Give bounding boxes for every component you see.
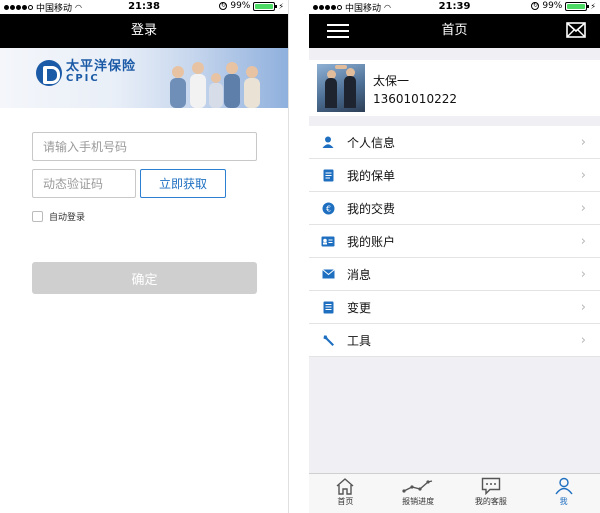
page-title: 登录 — [130, 23, 157, 38]
payment-icon: € — [321, 201, 335, 215]
menu-item-personal-info[interactable]: 个人信息 › — [309, 126, 600, 159]
policy-document-icon — [321, 168, 335, 182]
page-title: 首页 — [441, 23, 468, 38]
confirm-button[interactable]: 确定 — [32, 262, 257, 294]
user-profile-icon — [555, 477, 573, 495]
avatar — [317, 64, 365, 112]
menu-label: 变更 — [347, 300, 372, 315]
tab-home[interactable]: 首页 — [309, 474, 382, 513]
brand-name-en: CPIC — [66, 73, 100, 84]
battery-percent: 99% — [542, 1, 563, 11]
chat-bubble-icon — [481, 477, 501, 495]
menu-label: 消息 — [347, 267, 372, 282]
login-form: 立即获取 自动登录 确定 — [0, 108, 288, 294]
tab-claim-progress[interactable]: 报销进度 — [382, 474, 455, 513]
battery-percent: 99% — [230, 1, 251, 11]
rotation-lock-icon: ↻ — [531, 2, 540, 10]
menu-label: 我的保单 — [347, 168, 396, 183]
battery-icon — [565, 1, 590, 11]
status-right: ↻ 99% ⚡ — [219, 1, 284, 11]
account-card-icon — [321, 234, 335, 248]
mail-icon[interactable] — [566, 22, 586, 38]
phone-input[interactable] — [32, 132, 257, 161]
chevron-right-icon: › — [580, 300, 586, 315]
svg-text:€: € — [325, 204, 330, 213]
chevron-right-icon: › — [580, 267, 586, 282]
family-photo — [170, 62, 260, 108]
person-icon — [321, 135, 335, 149]
chevron-right-icon: › — [580, 168, 586, 183]
menu-item-changes[interactable]: 变更 › — [309, 291, 600, 324]
brand-banner: 太平洋保险 CPIC — [0, 48, 288, 108]
navbar: 登录 — [0, 14, 288, 48]
menu-item-my-account[interactable]: 我的账户 › — [309, 225, 600, 258]
chevron-right-icon: › — [580, 234, 586, 249]
home-screen: 中国移动 ◠ 21:39 ↻ 99% ⚡ 首页 太保一 13601010222 … — [309, 0, 600, 513]
menu-item-my-policy[interactable]: 我的保单 › — [309, 159, 600, 192]
cpic-logo: 太平洋保险 CPIC — [36, 60, 136, 86]
tab-bar: 首页 报销进度 我的客服 我 — [309, 473, 600, 513]
auto-login-checkbox[interactable] — [32, 211, 43, 222]
tab-customer-service[interactable]: 我的客服 — [455, 474, 528, 513]
get-code-button[interactable]: 立即获取 — [140, 169, 226, 198]
menu-label: 我的账户 — [347, 234, 396, 249]
verification-code-input[interactable] — [32, 169, 136, 198]
brand-name-cn: 太平洋保险 — [66, 59, 137, 74]
menu-item-my-payment[interactable]: € 我的交费 › — [309, 192, 600, 225]
status-bar: 中国移动 ◠ 21:38 ↻ 99% ⚡ — [0, 0, 288, 14]
rotation-lock-icon: ↻ — [219, 2, 228, 10]
profile-name: 太保一 — [373, 74, 410, 88]
menu-label: 个人信息 — [347, 135, 396, 150]
menu-item-messages[interactable]: 消息 › — [309, 258, 600, 291]
status-right: ↻ 99% ⚡ — [531, 1, 596, 11]
cpic-logo-icon — [36, 60, 62, 86]
hamburger-menu-icon[interactable] — [327, 24, 349, 38]
tab-label: 报销进度 — [402, 497, 435, 506]
charging-icon: ⚡ — [590, 1, 596, 11]
tab-me[interactable]: 我 — [527, 474, 600, 513]
menu-list: 个人信息 › 我的保单 › € 我的交费 › 我的账户 › 消息 › 变更 › … — [309, 126, 600, 357]
navbar: 首页 — [309, 14, 600, 48]
app-screens: 中国移动 ◠ 21:38 ↻ 99% ⚡ 登录 太平洋保险 CPIC 请输入手机… — [0, 0, 600, 513]
charging-icon: ⚡ — [278, 1, 284, 11]
tab-label: 我的客服 — [474, 497, 507, 506]
chevron-right-icon: › — [580, 333, 586, 348]
login-screen: 中国移动 ◠ 21:38 ↻ 99% ⚡ 登录 太平洋保险 CPIC 请输入手机… — [0, 0, 289, 513]
auto-login-label: 自动登录 — [49, 213, 86, 223]
verification-row: 立即获取 — [32, 169, 256, 198]
tab-label: 首页 — [337, 497, 354, 506]
menu-label: 我的交费 — [347, 201, 396, 216]
menu-item-tools[interactable]: 工具 › — [309, 324, 600, 357]
home-icon — [336, 478, 354, 495]
auto-login-option: 自动登录 — [32, 210, 256, 223]
status-bar: 中国移动 ◠ 21:39 ↻ 99% ⚡ — [309, 0, 600, 14]
chevron-right-icon: › — [580, 135, 586, 150]
progress-chart-icon — [402, 480, 433, 493]
profile-card[interactable]: 太保一 13601010222 — [309, 60, 600, 116]
menu-label: 工具 — [347, 333, 372, 348]
change-document-icon — [321, 300, 335, 314]
chevron-right-icon: › — [580, 201, 586, 216]
message-envelope-icon — [321, 267, 335, 281]
tab-label: 我 — [559, 497, 568, 506]
battery-icon — [253, 1, 278, 11]
profile-phone: 13601010222 — [373, 92, 457, 106]
wrench-tool-icon — [321, 333, 335, 347]
